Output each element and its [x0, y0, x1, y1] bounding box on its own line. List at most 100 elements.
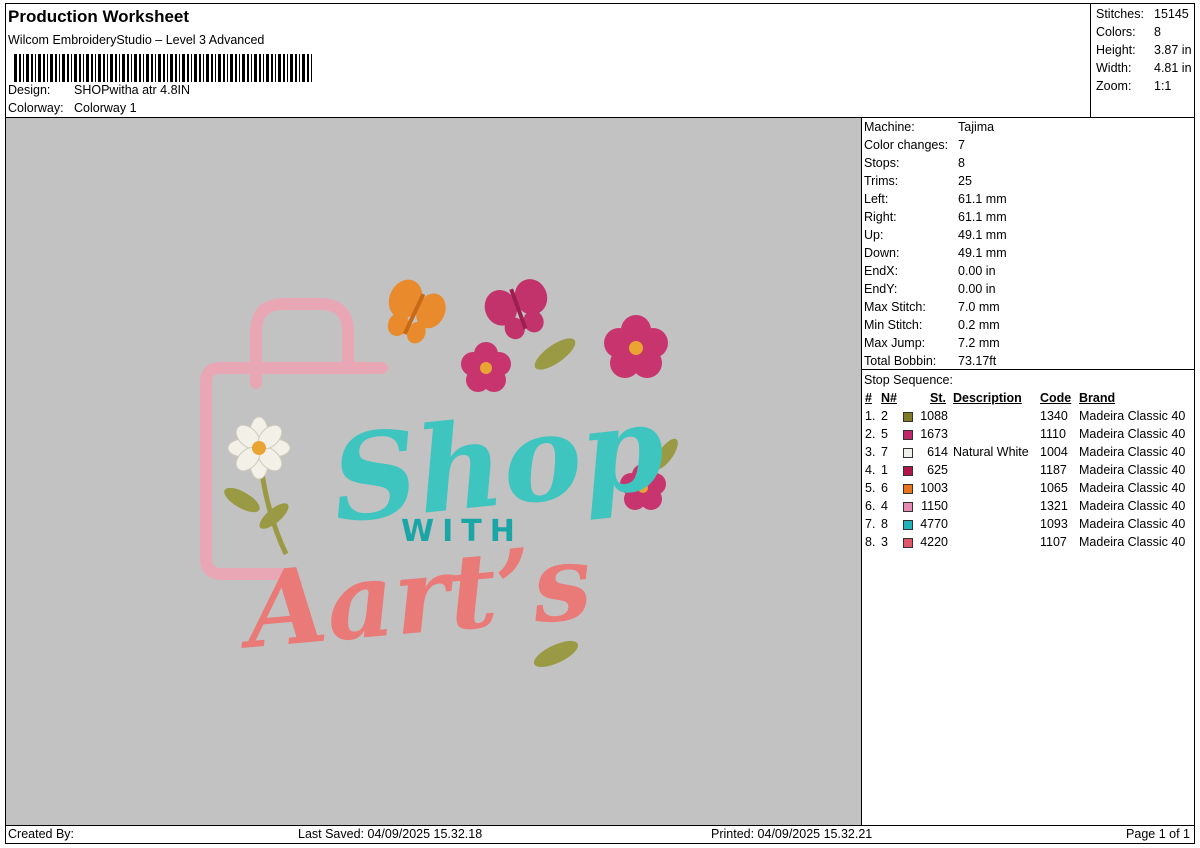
page-number: Page 1 of 1 [1126, 827, 1190, 841]
seq-st: 4220 [920, 535, 948, 549]
seq-code: 1340 [1040, 409, 1068, 423]
seq-code: 1187 [1040, 463, 1067, 477]
color-swatch [903, 538, 913, 548]
col-code: Code [1040, 391, 1072, 405]
stats-box: Stitches: 15145 Colors: 8 Height: 3.87 in W… [1090, 4, 1195, 117]
seq-num: 5. [865, 481, 876, 495]
stop-sequence-row: 5. 6 1065 Madeira Classic 40 1003 [862, 481, 1195, 499]
colorway-value: Colorway 1 [74, 101, 137, 115]
machine-label: Stops: [864, 156, 900, 170]
stats-value: 15145 [1154, 7, 1189, 21]
stats-label: Colors: [1096, 25, 1136, 39]
machine-value: 8 [958, 156, 965, 170]
seq-brand: Madeira Classic 40 [1079, 517, 1186, 531]
color-swatch [903, 520, 913, 530]
seq-num: 1. [865, 409, 876, 423]
stats-label: Height: [1096, 43, 1136, 57]
machine-info-panel: Machine: Tajima Color changes: 7 Stops: 8 Trim… [862, 118, 1195, 825]
seq-st: 1088 [920, 409, 948, 423]
stop-sequence-row: 2. 5 1110 Madeira Classic 40 1673 [862, 427, 1195, 445]
seq-st: 1003 [920, 481, 948, 495]
printed-date: Printed: 04/09/2025 15.32.21 [711, 827, 873, 841]
machine-label: Right: [864, 210, 897, 224]
seq-num: 7. [865, 517, 876, 531]
stats-label: Width: [1096, 61, 1132, 75]
machine-value: 0.00 in [958, 282, 996, 296]
machine-value: 7.2 mm [958, 336, 1000, 350]
col-num: # [865, 391, 872, 405]
seq-st: 1673 [920, 427, 948, 441]
seq-code: 1093 [1040, 517, 1068, 531]
stop-sequence-row: 7. 8 1093 Madeira Classic 40 4770 [862, 517, 1195, 535]
leaf-top-icon [534, 338, 576, 370]
machine-row: Trims: 25 [864, 174, 972, 188]
machine-row: Min Stitch: 0.2 mm [864, 318, 1000, 332]
machine-value: 61.1 mm [958, 210, 1007, 224]
seq-brand: Madeira Classic 40 [1079, 481, 1186, 495]
embroidery-design: Shop WITH Aart’s [200, 279, 678, 673]
seq-n: 1 [881, 463, 888, 477]
colorway-row: Colorway: Colorway 1 [8, 101, 137, 115]
machine-row: Up: 49.1 mm [864, 228, 1007, 242]
col-n: N# [881, 391, 897, 405]
col-brand: Brand [1079, 391, 1116, 405]
seq-st: 614 [927, 445, 948, 459]
design-label: Design: [8, 83, 51, 97]
pink-butterfly-icon [484, 279, 548, 340]
machine-row: Color changes: 7 [864, 138, 965, 152]
seq-n: 4 [881, 499, 888, 513]
stats-zoom: Zoom: 1:1 [1096, 79, 1171, 93]
machine-row: Machine: Tajima [864, 120, 994, 134]
seq-n: 7 [881, 445, 888, 459]
seq-st: 1150 [921, 499, 948, 513]
machine-row: Max Stitch: 7.0 mm [864, 300, 1000, 314]
stats-stitches: Stitches: 15145 [1096, 7, 1189, 21]
machine-label: Max Jump: [864, 336, 926, 350]
seq-brand: Madeira Classic 40 [1079, 535, 1186, 549]
machine-value: 49.1 mm [958, 228, 1007, 242]
machine-label: Max Stitch: [864, 300, 926, 314]
stats-value: 3.87 in [1154, 43, 1192, 57]
machine-value: 49.1 mm [958, 246, 1007, 260]
design-value: SHOPwitha atr 4.8IN [74, 83, 191, 97]
seq-n: 6 [881, 481, 888, 495]
seq-code: 1110 [1040, 427, 1066, 441]
machine-value: 25 [958, 174, 972, 188]
pink-flower-small-icon [461, 342, 511, 392]
seq-brand: Madeira Classic 40 [1079, 463, 1186, 477]
seq-code: 1004 [1040, 445, 1068, 459]
stats-value: 8 [1154, 25, 1161, 39]
machine-label: Color changes: [864, 138, 949, 152]
machine-label: Up: [864, 228, 884, 242]
stats-label: Stitches: [1096, 7, 1144, 21]
machine-label: Trims: [864, 174, 899, 188]
seq-num: 2. [865, 427, 876, 441]
color-swatch [903, 484, 913, 494]
seq-brand: Madeira Classic 40 [1079, 427, 1186, 441]
color-swatch [903, 466, 913, 476]
machine-label: Down: [864, 246, 900, 260]
machine-value: 7.0 mm [958, 300, 1000, 314]
stop-sequence-row: 4. 1 1187 Madeira Classic 40 625 [862, 463, 1195, 481]
colorway-label: Colorway: [8, 101, 64, 115]
stop-sequence-row: 1. 2 1340 Madeira Classic 40 1088 [862, 409, 1195, 427]
stats-width: Width: 4.81 in [1096, 61, 1192, 75]
last-saved: Last Saved: 04/09/2025 15.32.18 [298, 827, 483, 841]
machine-label: EndY: [864, 282, 898, 296]
pink-flower-large-icon [604, 315, 668, 378]
seq-n: 8 [881, 517, 888, 531]
color-swatch [903, 448, 913, 458]
seq-num: 6. [865, 499, 876, 513]
machine-label: Min Stitch: [864, 318, 923, 332]
software-subtitle: Wilcom EmbroideryStudio – Level 3 Advanc… [8, 33, 265, 47]
stats-height: Height: 3.87 in [1096, 43, 1192, 57]
machine-label: Left: [864, 192, 889, 206]
seq-brand: Madeira Classic 40 [1079, 409, 1186, 423]
seq-brand: Madeira Classic 40 [1079, 445, 1186, 459]
created-by: Created By: [8, 827, 75, 841]
machine-row: Left: 61.1 mm [864, 192, 1007, 206]
machine-row: EndY: 0.00 in [864, 282, 996, 296]
col-st: St. [930, 391, 946, 405]
seq-n: 3 [881, 535, 888, 549]
seq-brand: Madeira Classic 40 [1079, 499, 1186, 513]
